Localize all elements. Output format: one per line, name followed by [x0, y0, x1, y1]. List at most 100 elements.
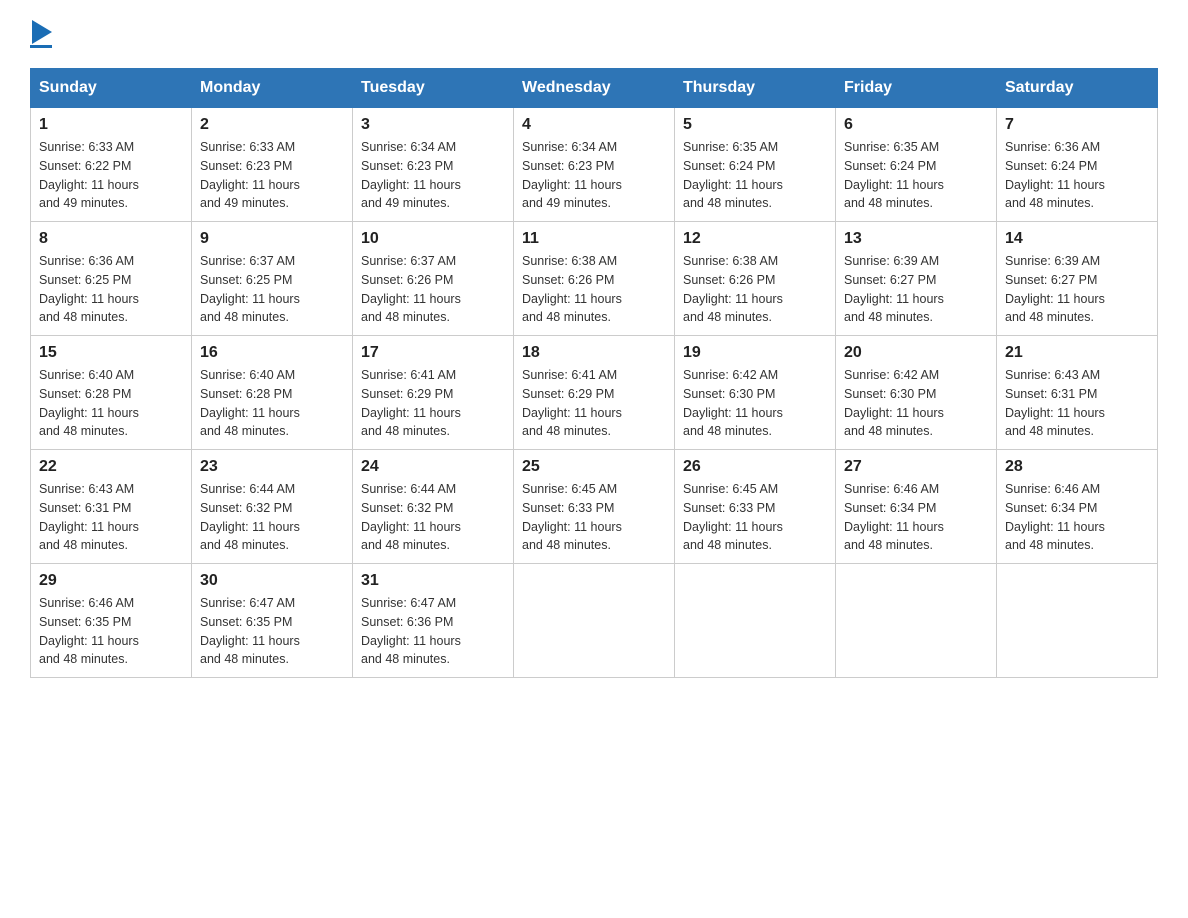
day-number: 6: [844, 116, 988, 134]
day-info: Sunrise: 6:39 AM Sunset: 6:27 PM Dayligh…: [844, 252, 988, 327]
day-info: Sunrise: 6:37 AM Sunset: 6:25 PM Dayligh…: [200, 252, 344, 327]
day-number: 15: [39, 344, 183, 362]
day-number: 10: [361, 230, 505, 248]
day-number: 1: [39, 116, 183, 134]
calendar-cell: 14 Sunrise: 6:39 AM Sunset: 6:27 PM Dayl…: [997, 222, 1158, 336]
day-number: 26: [683, 458, 827, 476]
calendar-cell: 1 Sunrise: 6:33 AM Sunset: 6:22 PM Dayli…: [31, 108, 192, 222]
calendar-cell: 9 Sunrise: 6:37 AM Sunset: 6:25 PM Dayli…: [192, 222, 353, 336]
day-number: 18: [522, 344, 666, 362]
day-info: Sunrise: 6:40 AM Sunset: 6:28 PM Dayligh…: [200, 366, 344, 441]
day-info: Sunrise: 6:41 AM Sunset: 6:29 PM Dayligh…: [522, 366, 666, 441]
day-info: Sunrise: 6:34 AM Sunset: 6:23 PM Dayligh…: [522, 138, 666, 213]
page-header: [30, 20, 1158, 48]
calendar-cell: 24 Sunrise: 6:44 AM Sunset: 6:32 PM Dayl…: [353, 450, 514, 564]
day-info: Sunrise: 6:36 AM Sunset: 6:25 PM Dayligh…: [39, 252, 183, 327]
calendar-cell: 21 Sunrise: 6:43 AM Sunset: 6:31 PM Dayl…: [997, 336, 1158, 450]
day-info: Sunrise: 6:43 AM Sunset: 6:31 PM Dayligh…: [1005, 366, 1149, 441]
day-number: 2: [200, 116, 344, 134]
calendar-cell: 27 Sunrise: 6:46 AM Sunset: 6:34 PM Dayl…: [836, 450, 997, 564]
column-header-thursday: Thursday: [675, 69, 836, 108]
calendar-cell: 7 Sunrise: 6:36 AM Sunset: 6:24 PM Dayli…: [997, 108, 1158, 222]
day-number: 19: [683, 344, 827, 362]
column-header-saturday: Saturday: [997, 69, 1158, 108]
logo-arrow-icon: [32, 20, 52, 44]
calendar-cell: 2 Sunrise: 6:33 AM Sunset: 6:23 PM Dayli…: [192, 108, 353, 222]
day-number: 28: [1005, 458, 1149, 476]
day-info: Sunrise: 6:43 AM Sunset: 6:31 PM Dayligh…: [39, 480, 183, 555]
calendar-week-row: 1 Sunrise: 6:33 AM Sunset: 6:22 PM Dayli…: [31, 108, 1158, 222]
day-info: Sunrise: 6:40 AM Sunset: 6:28 PM Dayligh…: [39, 366, 183, 441]
day-info: Sunrise: 6:44 AM Sunset: 6:32 PM Dayligh…: [200, 480, 344, 555]
calendar-cell: 6 Sunrise: 6:35 AM Sunset: 6:24 PM Dayli…: [836, 108, 997, 222]
column-header-monday: Monday: [192, 69, 353, 108]
day-number: 7: [1005, 116, 1149, 134]
day-info: Sunrise: 6:45 AM Sunset: 6:33 PM Dayligh…: [683, 480, 827, 555]
day-info: Sunrise: 6:37 AM Sunset: 6:26 PM Dayligh…: [361, 252, 505, 327]
day-number: 29: [39, 572, 183, 590]
calendar-table: SundayMondayTuesdayWednesdayThursdayFrid…: [30, 68, 1158, 678]
day-number: 13: [844, 230, 988, 248]
day-number: 31: [361, 572, 505, 590]
day-number: 12: [683, 230, 827, 248]
logo: [30, 20, 52, 48]
column-header-sunday: Sunday: [31, 69, 192, 108]
day-info: Sunrise: 6:35 AM Sunset: 6:24 PM Dayligh…: [844, 138, 988, 213]
calendar-week-row: 15 Sunrise: 6:40 AM Sunset: 6:28 PM Dayl…: [31, 336, 1158, 450]
calendar-cell: 19 Sunrise: 6:42 AM Sunset: 6:30 PM Dayl…: [675, 336, 836, 450]
day-number: 24: [361, 458, 505, 476]
day-info: Sunrise: 6:46 AM Sunset: 6:35 PM Dayligh…: [39, 594, 183, 669]
day-info: Sunrise: 6:42 AM Sunset: 6:30 PM Dayligh…: [683, 366, 827, 441]
day-number: 3: [361, 116, 505, 134]
calendar-cell: [997, 564, 1158, 678]
day-number: 16: [200, 344, 344, 362]
day-number: 30: [200, 572, 344, 590]
day-info: Sunrise: 6:38 AM Sunset: 6:26 PM Dayligh…: [522, 252, 666, 327]
calendar-cell: 8 Sunrise: 6:36 AM Sunset: 6:25 PM Dayli…: [31, 222, 192, 336]
column-header-wednesday: Wednesday: [514, 69, 675, 108]
day-number: 22: [39, 458, 183, 476]
day-info: Sunrise: 6:33 AM Sunset: 6:23 PM Dayligh…: [200, 138, 344, 213]
calendar-cell: [514, 564, 675, 678]
calendar-cell: 28 Sunrise: 6:46 AM Sunset: 6:34 PM Dayl…: [997, 450, 1158, 564]
calendar-cell: [675, 564, 836, 678]
day-info: Sunrise: 6:34 AM Sunset: 6:23 PM Dayligh…: [361, 138, 505, 213]
calendar-cell: 5 Sunrise: 6:35 AM Sunset: 6:24 PM Dayli…: [675, 108, 836, 222]
day-info: Sunrise: 6:45 AM Sunset: 6:33 PM Dayligh…: [522, 480, 666, 555]
day-info: Sunrise: 6:44 AM Sunset: 6:32 PM Dayligh…: [361, 480, 505, 555]
day-info: Sunrise: 6:47 AM Sunset: 6:35 PM Dayligh…: [200, 594, 344, 669]
calendar-cell: 29 Sunrise: 6:46 AM Sunset: 6:35 PM Dayl…: [31, 564, 192, 678]
calendar-week-row: 8 Sunrise: 6:36 AM Sunset: 6:25 PM Dayli…: [31, 222, 1158, 336]
calendar-cell: 12 Sunrise: 6:38 AM Sunset: 6:26 PM Dayl…: [675, 222, 836, 336]
calendar-cell: 15 Sunrise: 6:40 AM Sunset: 6:28 PM Dayl…: [31, 336, 192, 450]
day-number: 25: [522, 458, 666, 476]
calendar-cell: 22 Sunrise: 6:43 AM Sunset: 6:31 PM Dayl…: [31, 450, 192, 564]
calendar-cell: 30 Sunrise: 6:47 AM Sunset: 6:35 PM Dayl…: [192, 564, 353, 678]
calendar-week-row: 22 Sunrise: 6:43 AM Sunset: 6:31 PM Dayl…: [31, 450, 1158, 564]
day-info: Sunrise: 6:36 AM Sunset: 6:24 PM Dayligh…: [1005, 138, 1149, 213]
calendar-cell: 25 Sunrise: 6:45 AM Sunset: 6:33 PM Dayl…: [514, 450, 675, 564]
day-info: Sunrise: 6:46 AM Sunset: 6:34 PM Dayligh…: [844, 480, 988, 555]
day-number: 27: [844, 458, 988, 476]
day-number: 5: [683, 116, 827, 134]
calendar-cell: 17 Sunrise: 6:41 AM Sunset: 6:29 PM Dayl…: [353, 336, 514, 450]
calendar-cell: 20 Sunrise: 6:42 AM Sunset: 6:30 PM Dayl…: [836, 336, 997, 450]
calendar-cell: 4 Sunrise: 6:34 AM Sunset: 6:23 PM Dayli…: [514, 108, 675, 222]
calendar-header-row: SundayMondayTuesdayWednesdayThursdayFrid…: [31, 69, 1158, 108]
day-number: 23: [200, 458, 344, 476]
day-info: Sunrise: 6:39 AM Sunset: 6:27 PM Dayligh…: [1005, 252, 1149, 327]
calendar-cell: 26 Sunrise: 6:45 AM Sunset: 6:33 PM Dayl…: [675, 450, 836, 564]
day-info: Sunrise: 6:47 AM Sunset: 6:36 PM Dayligh…: [361, 594, 505, 669]
column-header-friday: Friday: [836, 69, 997, 108]
day-number: 14: [1005, 230, 1149, 248]
calendar-cell: 23 Sunrise: 6:44 AM Sunset: 6:32 PM Dayl…: [192, 450, 353, 564]
day-number: 8: [39, 230, 183, 248]
calendar-cell: [836, 564, 997, 678]
calendar-cell: 13 Sunrise: 6:39 AM Sunset: 6:27 PM Dayl…: [836, 222, 997, 336]
calendar-cell: 10 Sunrise: 6:37 AM Sunset: 6:26 PM Dayl…: [353, 222, 514, 336]
column-header-tuesday: Tuesday: [353, 69, 514, 108]
day-number: 20: [844, 344, 988, 362]
day-number: 4: [522, 116, 666, 134]
day-info: Sunrise: 6:33 AM Sunset: 6:22 PM Dayligh…: [39, 138, 183, 213]
day-number: 9: [200, 230, 344, 248]
